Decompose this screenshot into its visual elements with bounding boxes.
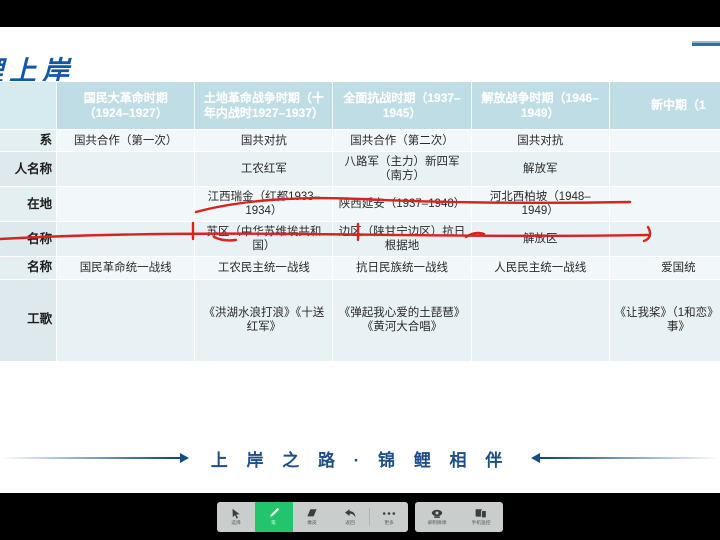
table-row: 名称 国民革命统一战线 工农民主统一战线 抗日民族统一战线 人民民主统一战线 爱…: [0, 256, 720, 280]
cell-5-2: 《弹起我心爱的土琵琶》《黄河大合唱》: [332, 278, 472, 362]
phone-icon: [475, 507, 487, 519]
tool-undo-label: 返回: [345, 520, 355, 526]
tool-record-lesson[interactable]: 录制微课: [415, 502, 459, 532]
cell-4-3: 人民民主统一战线: [470, 256, 610, 280]
col-header-0: 国民大革命时期（1924–1927）: [56, 81, 196, 130]
cell-0-3: 国共对抗: [470, 128, 610, 153]
tool-eraser[interactable]: 橡皮: [293, 502, 331, 532]
col-header-2: 全面抗战时期（1937–1945）: [332, 81, 472, 130]
cell-1-2: 八路军（主力）新四军（南方）: [332, 151, 472, 188]
cell-2-4: [608, 186, 720, 223]
tool-select[interactable]: 选择: [217, 502, 255, 532]
cell-0-1: 国共对抗: [194, 128, 334, 153]
row-header-4: 名称: [0, 256, 58, 280]
tool-eraser-label: 橡皮: [307, 520, 317, 526]
slide-canvas[interactable]: 鲤上岸 国民大革命时期（1924–1927） 土地革命战争时期（十年内战时192…: [0, 27, 720, 493]
cell-5-1: 《洪湖水浪打浪》《十送红军》: [194, 278, 334, 362]
row-header-2: 在地: [0, 186, 58, 223]
table-row: 在地 江西瑞金（红都1933–1934） 陕西延安（1937–1948） 河北西…: [0, 186, 720, 223]
tool-pen-label: 笔: [271, 520, 277, 526]
tool-group-secondary: 录制微课 手机遥控: [415, 501, 503, 532]
cell-4-1: 工农民主统一战线: [194, 256, 334, 280]
table-corner-cell: [0, 81, 58, 130]
cell-1-3: 解放军: [470, 151, 610, 188]
pen-icon: [268, 507, 280, 519]
cell-3-4: [608, 221, 720, 258]
tool-phone-remote[interactable]: 手机遥控: [459, 502, 503, 532]
comparison-table: 国民大革命时期（1924–1927） 土地革命战争时期（十年内战时1927–19…: [0, 81, 720, 362]
col-header-1: 土地革命战争时期（十年内战时1927–1937）: [194, 81, 334, 130]
table-head: 国民大革命时期（1924–1927） 土地革命战争时期（十年内战时1927–19…: [0, 81, 720, 130]
cell-2-0: [56, 186, 196, 223]
cell-4-0: 国民革命统一战线: [56, 256, 196, 280]
cell-2-2: 陕西延安（1937–1948）: [332, 186, 472, 223]
tool-record-lesson-label: 录制微课: [427, 520, 447, 526]
annotation-toolbar: 选择 笔 橡皮 返回 更多 录制微课 手机遥控: [0, 493, 720, 540]
corner-accent-line: [692, 41, 720, 46]
table-header-row: 国民大革命时期（1924–1927） 土地革命战争时期（十年内战时1927–19…: [0, 81, 720, 130]
table-body: 系 国共合作（第一次） 国共对抗 国共合作（第二次） 国共对抗 人名称 工农红军…: [0, 128, 720, 362]
tool-more[interactable]: 更多: [370, 502, 408, 532]
record-icon: [431, 507, 443, 519]
eraser-icon: [306, 507, 318, 519]
tool-more-label: 更多: [384, 520, 394, 526]
cell-3-0: [56, 221, 196, 258]
cursor-icon: [231, 507, 242, 519]
row-header-1: 人名称: [0, 151, 58, 188]
cell-3-2: 边区（陕甘宁边区）抗日根据地: [332, 221, 472, 258]
cell-1-1: 工农红军: [194, 151, 334, 188]
cell-4-2: 抗日民族统一战线: [332, 256, 472, 280]
undo-icon: [344, 507, 356, 519]
more-icon: [382, 507, 396, 519]
cell-5-3: [470, 278, 610, 362]
row-header-3: 名称: [0, 221, 58, 258]
footer-line-right: [540, 457, 720, 459]
cell-2-3: 河北西柏坡（1948–1949）: [470, 186, 610, 223]
screen: 鲤上岸 国民大革命时期（1924–1927） 土地革命战争时期（十年内战时192…: [0, 0, 720, 540]
col-header-4: 新中期（1: [608, 81, 720, 130]
cell-3-3: 解放区: [470, 221, 610, 258]
table-row: 系 国共合作（第一次） 国共对抗 国共合作（第二次） 国共对抗: [0, 128, 720, 153]
cell-2-1: 江西瑞金（红都1933–1934）: [194, 186, 334, 223]
table-row: 工歌 《洪湖水浪打浪》《十送红军》 《弹起我心爱的土琵琶》《黄河大合唱》 《让我…: [0, 278, 720, 362]
row-header-0: 系: [0, 128, 58, 153]
cell-3-1: 苏区（中华苏维埃共和国）: [194, 221, 334, 258]
tool-undo[interactable]: 返回: [331, 502, 369, 532]
tool-pen[interactable]: 笔: [255, 501, 293, 532]
cell-1-4: [608, 151, 720, 188]
cell-5-0: [56, 278, 196, 362]
footer-line-left: [0, 457, 180, 459]
tool-group-primary: 选择 笔 橡皮 返回 更多: [217, 501, 408, 532]
cell-5-4: 《让我桨》（1和恋》（1大事》: [608, 278, 720, 362]
tool-select-label: 选择: [231, 520, 241, 526]
cell-0-4: [608, 128, 720, 153]
slide-footer-ribbon: 上 岸 之 路 · 锦 鲤 相 伴: [0, 441, 720, 475]
footer-text: 上 岸 之 路 · 锦 鲤 相 伴: [210, 450, 510, 470]
cell-0-2: 国共合作（第二次）: [332, 128, 472, 153]
comparison-table-wrapper: 国民大革命时期（1924–1927） 土地革命战争时期（十年内战时1927–19…: [0, 81, 720, 362]
cell-4-4: 爱国统: [608, 256, 720, 280]
arrow-left-icon: [531, 453, 541, 463]
row-header-5: 工歌: [0, 278, 58, 362]
cell-0-0: 国共合作（第一次）: [56, 128, 196, 153]
tool-phone-remote-label: 手机遥控: [471, 520, 491, 526]
table-row: 名称 苏区（中华苏维埃共和国） 边区（陕甘宁边区）抗日根据地 解放区: [0, 221, 720, 258]
arrow-right-icon: [179, 453, 189, 463]
cell-1-0: [56, 151, 196, 188]
table-row: 人名称 工农红军 八路军（主力）新四军（南方） 解放军: [0, 151, 720, 188]
col-header-3: 解放战争时期（1946–1949）: [470, 81, 610, 130]
